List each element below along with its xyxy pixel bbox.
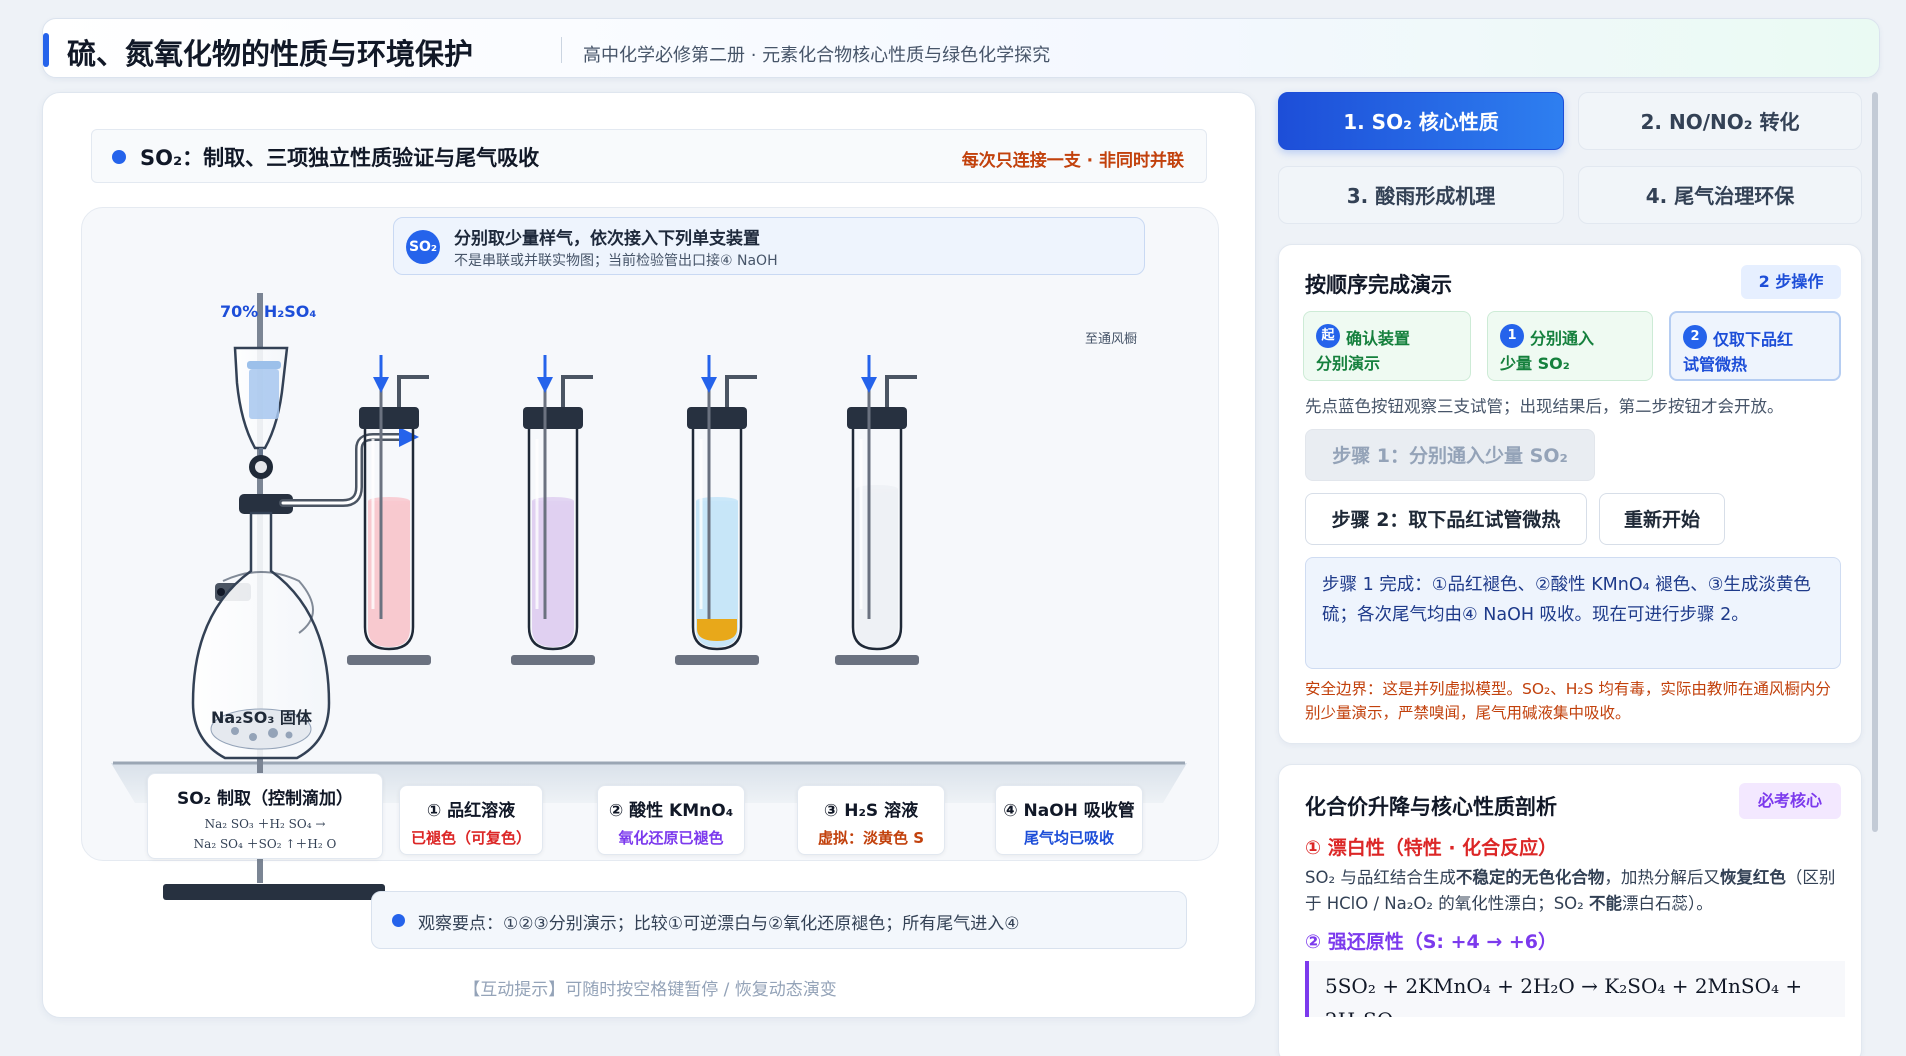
label-tube-2: ② 酸性 KMnO₄ 氧化还原已褪色: [597, 785, 745, 855]
test-tube-kmno4[interactable]: [511, 355, 595, 665]
observation-card: 观察要点：①②③分别演示；比较①可逆漂白与②氧化还原褪色；所有尾气进入④: [371, 891, 1187, 949]
gas-inlet-arrow-icon: [373, 377, 389, 393]
step-line1: 分别通入: [1530, 329, 1595, 348]
tube-base: [511, 655, 595, 665]
text-run-bold: 不能: [1589, 894, 1623, 913]
bleaching-heading: ① 漂白性（特性 · 化合反应）: [1305, 837, 1558, 859]
page-scrollbar[interactable]: [1872, 92, 1878, 832]
tube-base: [347, 655, 431, 665]
sulfur-precipitate: [697, 619, 737, 641]
info-sub-text: 不是串联或并联实物图；当前检验管出口接④ NaOH: [454, 253, 778, 269]
gas-inlet-arrow-icon: [701, 377, 717, 393]
header-accent-bar: [43, 33, 49, 67]
gas-inlet-arrow-icon: [861, 377, 877, 393]
test-tube-naoh[interactable]: [835, 355, 919, 665]
page-header: 硫、氮氧化物的性质与环境保护 高中化学必修第二册 · 元素化合物核心性质与绿色化…: [42, 18, 1880, 78]
outlet-tube: [561, 375, 593, 407]
observation-text: 观察要点：①②③分别演示；比较①可逆漂白与②氧化还原褪色；所有尾气进入④: [418, 914, 1020, 934]
kmno4-equation: 5SO₂ + 2KMnO₄ + 2H₂O → K₂SO₄ + 2MnSO₄ + …: [1305, 961, 1845, 1017]
text-run: 漂白石蕊）。: [1622, 894, 1713, 913]
label-title: SO₂ 制取（控制滴加）: [176, 789, 354, 809]
acid-label: 70% H₂SO₄: [220, 302, 316, 321]
label-status: 氧化还原已褪色: [618, 829, 724, 847]
tab-exhaust-treatment[interactable]: 4. 尾气治理环保: [1578, 166, 1862, 224]
main-panel: SO₂：制取、三项独立性质验证与尾气吸收 每次只连接一支 · 非同时并联 70%…: [42, 92, 1256, 1018]
label-title: ② 酸性 KMnO₄: [608, 801, 734, 821]
step-number-icon: 起: [1316, 324, 1340, 348]
step-item-2: 2 仅取下品红 试管微热: [1669, 311, 1841, 381]
text-run: SO₂ 与品红结合生成: [1305, 868, 1456, 887]
outlet-tube: [725, 375, 757, 407]
tube-stopper: [523, 407, 583, 429]
label-equation-line2: Na₂ SO₄ ＋SO₂ ↑＋H₂ O: [193, 837, 337, 851]
test-tube-h2s[interactable]: [675, 355, 759, 665]
reset-button[interactable]: 重新开始: [1599, 493, 1725, 545]
step1-button[interactable]: 步骤 1：分别通入少量 SO₂: [1305, 429, 1595, 481]
step-line1: 仅取下品红: [1713, 330, 1794, 349]
solid-label: Na₂SO₃ 固体: [211, 708, 313, 727]
label-so2-preparation: SO₂ 制取（控制滴加） Na₂ SO₃ ＋H₂ SO₄ → Na₂ SO₄ ＋…: [147, 773, 383, 859]
tube-stopper: [847, 407, 907, 429]
label-tube-3: ③ H₂S 溶液 虚拟：淡黄色 S: [797, 785, 945, 855]
label-status: 虚拟：淡黄色 S: [817, 829, 925, 847]
page-title: 硫、氮氧化物的性质与环境保护: [67, 37, 474, 71]
step-item-1: 1 分别通入 少量 SO₂: [1487, 311, 1653, 381]
test-tube-rack: [347, 355, 919, 665]
gas-inlet-arrow-icon: [537, 377, 553, 393]
text-run-bold: 恢复红色: [1719, 868, 1786, 887]
step-item-start: 起 确认装置 分别演示: [1303, 311, 1471, 381]
text-run-bold: 不稳定的无色化合物: [1455, 868, 1605, 887]
analysis-card-title: 化合价升降与核心性质剖析: [1305, 795, 1557, 819]
label-tube-4: ④ NaOH 吸收管 尾气均已吸收: [995, 785, 1143, 855]
step2-button[interactable]: 步骤 2：取下品红试管微热: [1305, 493, 1587, 545]
step-line2: 试管微热: [1683, 355, 1748, 374]
analysis-card: 化合价升降与核心性质剖析 必考核心 ① 漂白性（特性 · 化合反应） SO₂ 与…: [1278, 764, 1862, 1056]
tube-base: [675, 655, 759, 665]
step-result-box: 步骤 1 完成：①品红褪色、②酸性 KMnO₄ 褪色、③生成淡黄色硫；各次尾气均…: [1305, 557, 1841, 669]
label-title: ③ H₂S 溶液: [823, 801, 919, 821]
step-line2: 少量 SO₂: [1500, 354, 1570, 373]
safety-note: 安全边界：这是并列虚拟模型。SO₂、H₂S 均有毒，实际由教师在通风橱内分别少量…: [1305, 680, 1831, 722]
label-title: ④ NaOH 吸收管: [1003, 801, 1135, 821]
label-title: ① 品红溶液: [426, 801, 516, 821]
steps-count-badge: 2 步操作: [1741, 265, 1841, 299]
step-line1: 确认装置: [1346, 329, 1411, 348]
step-line2: 分别演示: [1316, 354, 1381, 373]
vent-label: 至通风橱: [1085, 332, 1137, 347]
so2-badge-icon: SO₂: [406, 230, 440, 264]
page-subtitle: 高中化学必修第二册 · 元素化合物核心性质与绿色化学探究: [583, 45, 1051, 66]
tube-stopper: [687, 407, 747, 429]
header-divider: [561, 37, 562, 63]
steps-card-title: 按顺序完成演示: [1305, 273, 1452, 297]
steps-instruction: 先点蓝色按钮观察三支试管；出现结果后，第二步按钮才会开放。: [1305, 397, 1784, 416]
tab-so2-properties[interactable]: 1. SO₂ 核心性质: [1278, 92, 1564, 150]
label-equation-line1: Na₂ SO₃ ＋H₂ SO₄ →: [204, 817, 326, 831]
label-status: 已褪色（可复色）: [410, 829, 531, 847]
bleaching-paragraph: SO₂ 与品红结合生成不稳定的无色化合物，加热分解后又恢复红色（区别于 HClO…: [1305, 865, 1845, 917]
tab-acid-rain[interactable]: 3. 酸雨形成机理: [1278, 166, 1564, 224]
info-card: SO₂ 分别取少量样气，依次接入下列单支装置 不是串联或并联实物图；当前检验管出…: [393, 217, 1145, 275]
text-run: ，加热分解后又: [1604, 868, 1720, 887]
info-main-text: 分别取少量样气，依次接入下列单支装置: [454, 229, 760, 249]
step-number-icon: 1: [1500, 324, 1524, 348]
outlet-tube: [397, 375, 429, 407]
outlet-tube: [885, 375, 917, 407]
tube-stopper: [359, 407, 419, 429]
delivery-tube: [279, 433, 407, 507]
label-tube-1: ① 品红溶液 已褪色（可复色）: [399, 785, 543, 855]
interaction-hint: 【互动提示】可随时按空格键暂停 / 恢复动态演变: [463, 980, 837, 1000]
label-status: 尾气均已吸收: [1023, 829, 1114, 847]
separatory-funnel: [233, 346, 289, 479]
test-tube-pinhong[interactable]: [347, 355, 431, 665]
core-badge: 必考核心: [1739, 783, 1841, 819]
tube-base: [835, 655, 919, 665]
steps-card: 按顺序完成演示 2 步操作 起 确认装置 分别演示 1 分别通入 少量 SO₂ …: [1278, 244, 1862, 744]
step-number-icon: 2: [1683, 325, 1707, 349]
reducing-heading: ② 强还原性（S: +4 → +6）: [1305, 931, 1558, 953]
flow-arrow-icon: [399, 427, 419, 447]
tab-no-no2[interactable]: 2. NO/NO₂ 转化: [1578, 92, 1862, 150]
observation-dot-icon: [392, 914, 405, 927]
